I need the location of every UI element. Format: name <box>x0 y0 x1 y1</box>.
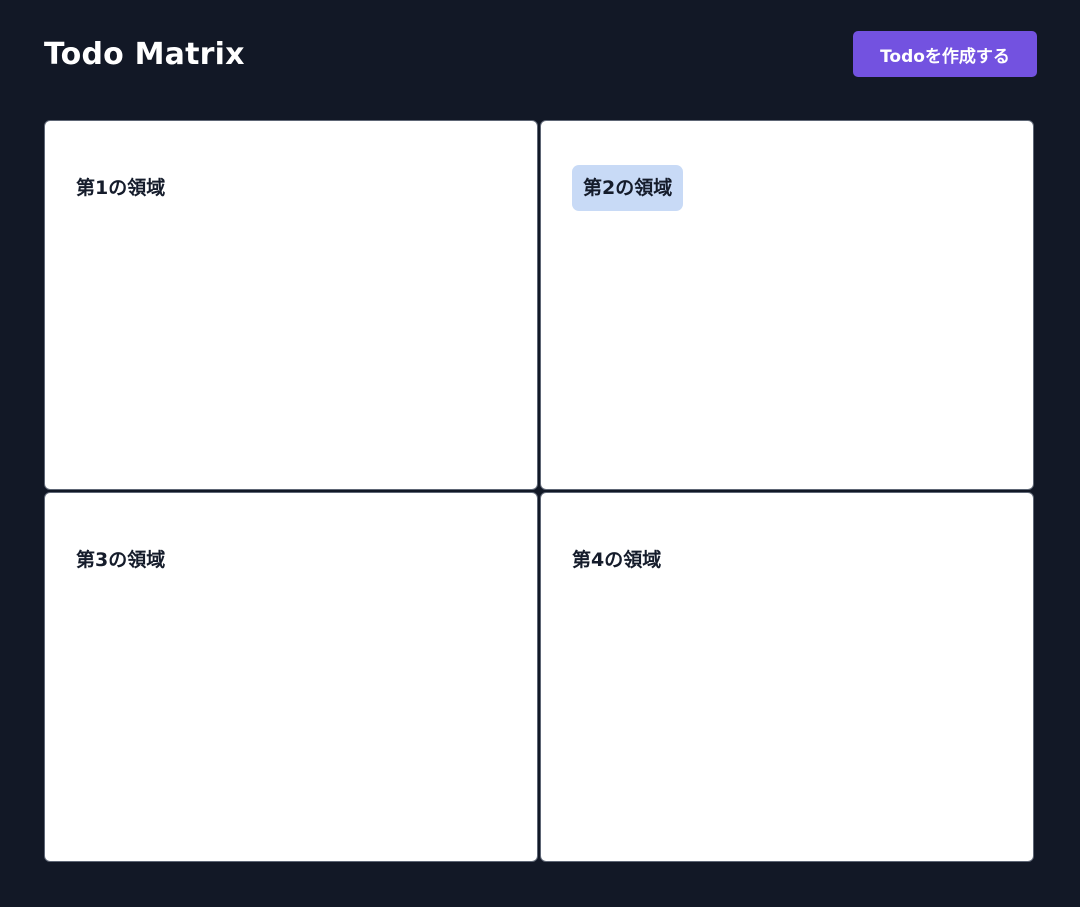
quadrant-4-label: 第4の領域 <box>572 549 662 571</box>
header: Todo Matrix Todoを作成する <box>44 31 1037 77</box>
todo-matrix-app: Todo Matrix Todoを作成する 第1の領域 第2の領域 第3の領域 … <box>0 0 1080 907</box>
quadrant-2[interactable]: 第2の領域 <box>540 120 1034 490</box>
quadrant-1[interactable]: 第1の領域 <box>44 120 538 490</box>
quadrant-2-label: 第2の領域 <box>572 165 684 211</box>
quadrant-4[interactable]: 第4の領域 <box>540 492 1034 862</box>
create-todo-button[interactable]: Todoを作成する <box>853 31 1037 77</box>
quadrant-3-label: 第3の領域 <box>76 549 166 571</box>
todo-matrix: 第1の領域 第2の領域 第3の領域 第4の領域 <box>44 120 1037 864</box>
quadrant-3[interactable]: 第3の領域 <box>44 492 538 862</box>
quadrant-1-label: 第1の領域 <box>76 177 166 199</box>
app-title: Todo Matrix <box>44 37 245 72</box>
